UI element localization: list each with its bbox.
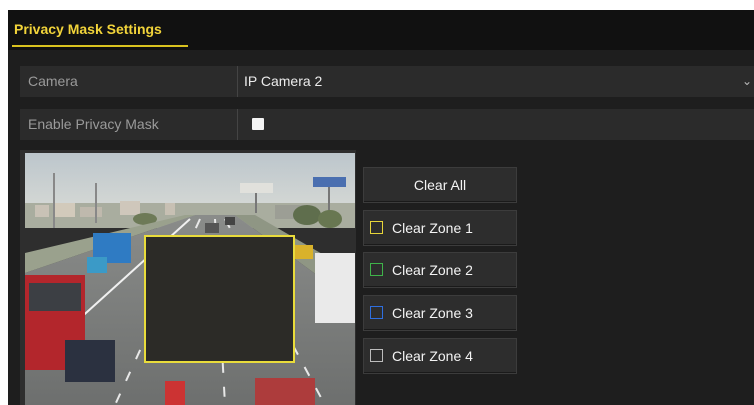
clear-zone-4-button[interactable]: Clear Zone 4 [363,338,517,374]
zone-3-color-icon [370,306,383,319]
clear-all-button[interactable]: Clear All [363,167,517,203]
tab-privacy-mask-settings[interactable]: Privacy Mask Settings [12,10,188,48]
camera-label: Camera [20,66,238,97]
preview-frame [20,150,356,405]
clear-zone-3-button[interactable]: Clear Zone 3 [363,295,517,331]
camera-preview[interactable] [25,153,355,405]
tab-bar: Privacy Mask Settings [8,10,754,50]
clear-zone-3-label: Clear Zone 3 [392,305,473,321]
enable-privacy-mask-row: Enable Privacy Mask [20,109,754,140]
clear-zone-1-label: Clear Zone 1 [392,220,473,236]
zone-4-color-icon [370,349,383,362]
clear-all-label: Clear All [413,177,467,193]
privacy-mask-panel: Privacy Mask Settings Camera IP Camera 2… [8,10,754,405]
enable-privacy-mask-label: Enable Privacy Mask [20,109,238,140]
active-tab-indicator [12,45,188,47]
camera-row: Camera IP Camera 2 ⌄ [20,66,754,97]
camera-select[interactable]: IP Camera 2 [244,66,322,97]
zone-2-color-icon [370,263,383,276]
chevron-down-icon[interactable]: ⌄ [742,66,752,97]
enable-privacy-mask-checkbox[interactable] [252,118,264,130]
privacy-mask-zone[interactable] [144,235,295,363]
clear-zone-1-button[interactable]: Clear Zone 1 [363,210,517,246]
clear-zone-2-button[interactable]: Clear Zone 2 [363,252,517,288]
clear-zone-2-label: Clear Zone 2 [392,262,473,278]
zone-1-color-icon [370,221,383,234]
clear-zone-4-label: Clear Zone 4 [392,348,473,364]
